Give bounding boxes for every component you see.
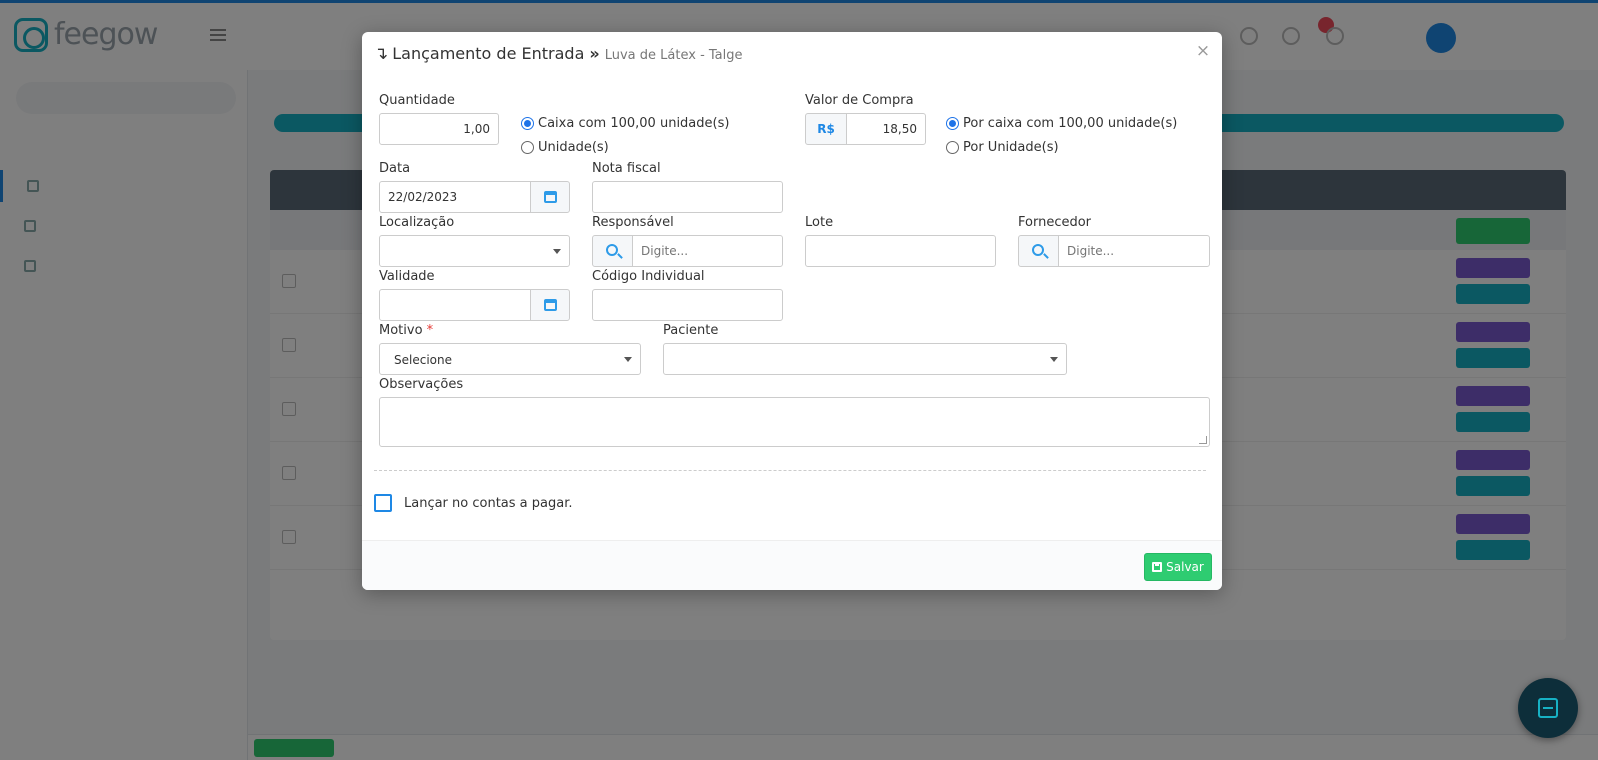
monitor-icon <box>1538 698 1558 718</box>
title-separator: » <box>589 44 600 63</box>
data-input[interactable] <box>379 181 531 213</box>
search-icon <box>1031 244 1044 256</box>
codigo-individual-label: Código Individual <box>592 269 705 284</box>
save-button[interactable]: Salvar <box>1144 553 1212 581</box>
valor-compra-input[interactable] <box>846 113 926 145</box>
validade-calendar-button[interactable] <box>530 289 570 321</box>
radio-unit-box[interactable] <box>521 117 534 130</box>
radio-unit-unidade[interactable] <box>521 141 534 154</box>
entry-modal: ↴ Lançamento de Entrada » Luva de Látex … <box>362 32 1222 590</box>
responsavel-input[interactable] <box>632 235 783 267</box>
contas-pagar-label[interactable]: Lançar no contas a pagar. <box>404 496 573 511</box>
unit-option-box[interactable]: Caixa com 100,00 unidade(s) <box>521 116 729 131</box>
modal-header: ↴ Lançamento de Entrada » Luva de Látex … <box>374 44 743 72</box>
contas-pagar-checkbox[interactable] <box>374 494 392 512</box>
price-option-unidade[interactable]: Por Unidade(s) <box>946 140 1059 155</box>
radio-price-unidade[interactable] <box>946 141 959 154</box>
unit-option-unidade[interactable]: Unidade(s) <box>521 140 609 155</box>
valor-compra-label: Valor de Compra <box>805 93 914 108</box>
required-mark: * <box>426 323 434 338</box>
close-icon[interactable]: × <box>1194 42 1212 60</box>
quantidade-label: Quantidade <box>379 93 455 108</box>
nota-fiscal-label: Nota fiscal <box>592 161 661 176</box>
nota-fiscal-input[interactable] <box>592 181 783 213</box>
responsavel-search-button[interactable] <box>592 235 633 267</box>
motivo-select[interactable]: Selecione <box>379 343 641 375</box>
support-widget-button[interactable] <box>1518 678 1578 738</box>
fornecedor-search-button[interactable] <box>1018 235 1059 267</box>
chevron-down-icon <box>624 357 632 362</box>
paciente-select[interactable] <box>663 343 1067 375</box>
price-option-box[interactable]: Por caixa com 100,00 unidade(s) <box>946 116 1177 131</box>
radio-price-box[interactable] <box>946 117 959 130</box>
data-calendar-button[interactable] <box>530 181 570 213</box>
fornecedor-label: Fornecedor <box>1018 215 1092 230</box>
calendar-icon <box>543 191 557 203</box>
fornecedor-input[interactable] <box>1058 235 1210 267</box>
unit-option-box-label: Caixa com 100,00 unidade(s) <box>538 116 730 131</box>
paciente-label: Paciente <box>663 323 719 338</box>
save-button-label: Salvar <box>1166 560 1204 574</box>
localizacao-label: Localização <box>379 215 455 230</box>
chevron-down-icon <box>553 249 561 254</box>
motivo-label-text: Motivo <box>379 323 423 338</box>
validade-input[interactable] <box>379 289 531 321</box>
motivo-value: Selecione <box>394 353 452 367</box>
validade-label: Validade <box>379 269 435 284</box>
price-option-box-label: Por caixa com 100,00 unidade(s) <box>963 116 1178 131</box>
codigo-individual-input[interactable] <box>592 289 783 321</box>
section-divider <box>374 470 1206 471</box>
lote-input[interactable] <box>805 235 996 267</box>
lote-label: Lote <box>805 215 834 230</box>
motivo-label: Motivo * <box>379 323 433 338</box>
price-option-unidade-label: Por Unidade(s) <box>963 140 1059 155</box>
currency-prefix: R$ <box>805 113 847 145</box>
localizacao-select[interactable] <box>379 235 570 267</box>
floppy-disk-icon <box>1152 562 1163 572</box>
modal-title: Lançamento de Entrada <box>392 44 585 63</box>
observacoes-label: Observações <box>379 377 464 392</box>
modal-subtitle: Luva de Látex - Talge <box>604 48 743 63</box>
responsavel-label: Responsável <box>592 215 674 230</box>
data-label: Data <box>379 161 411 176</box>
search-icon <box>605 244 618 256</box>
observacoes-textarea[interactable] <box>379 397 1210 447</box>
resize-handle-icon[interactable] <box>1199 436 1207 444</box>
modal-footer: Salvar <box>362 540 1222 590</box>
quantidade-input[interactable] <box>379 113 499 145</box>
chevron-down-icon <box>1050 357 1058 362</box>
unit-option-unidade-label: Unidade(s) <box>538 140 609 155</box>
entry-arrow-icon: ↴ <box>374 44 389 64</box>
calendar-icon <box>543 299 557 311</box>
